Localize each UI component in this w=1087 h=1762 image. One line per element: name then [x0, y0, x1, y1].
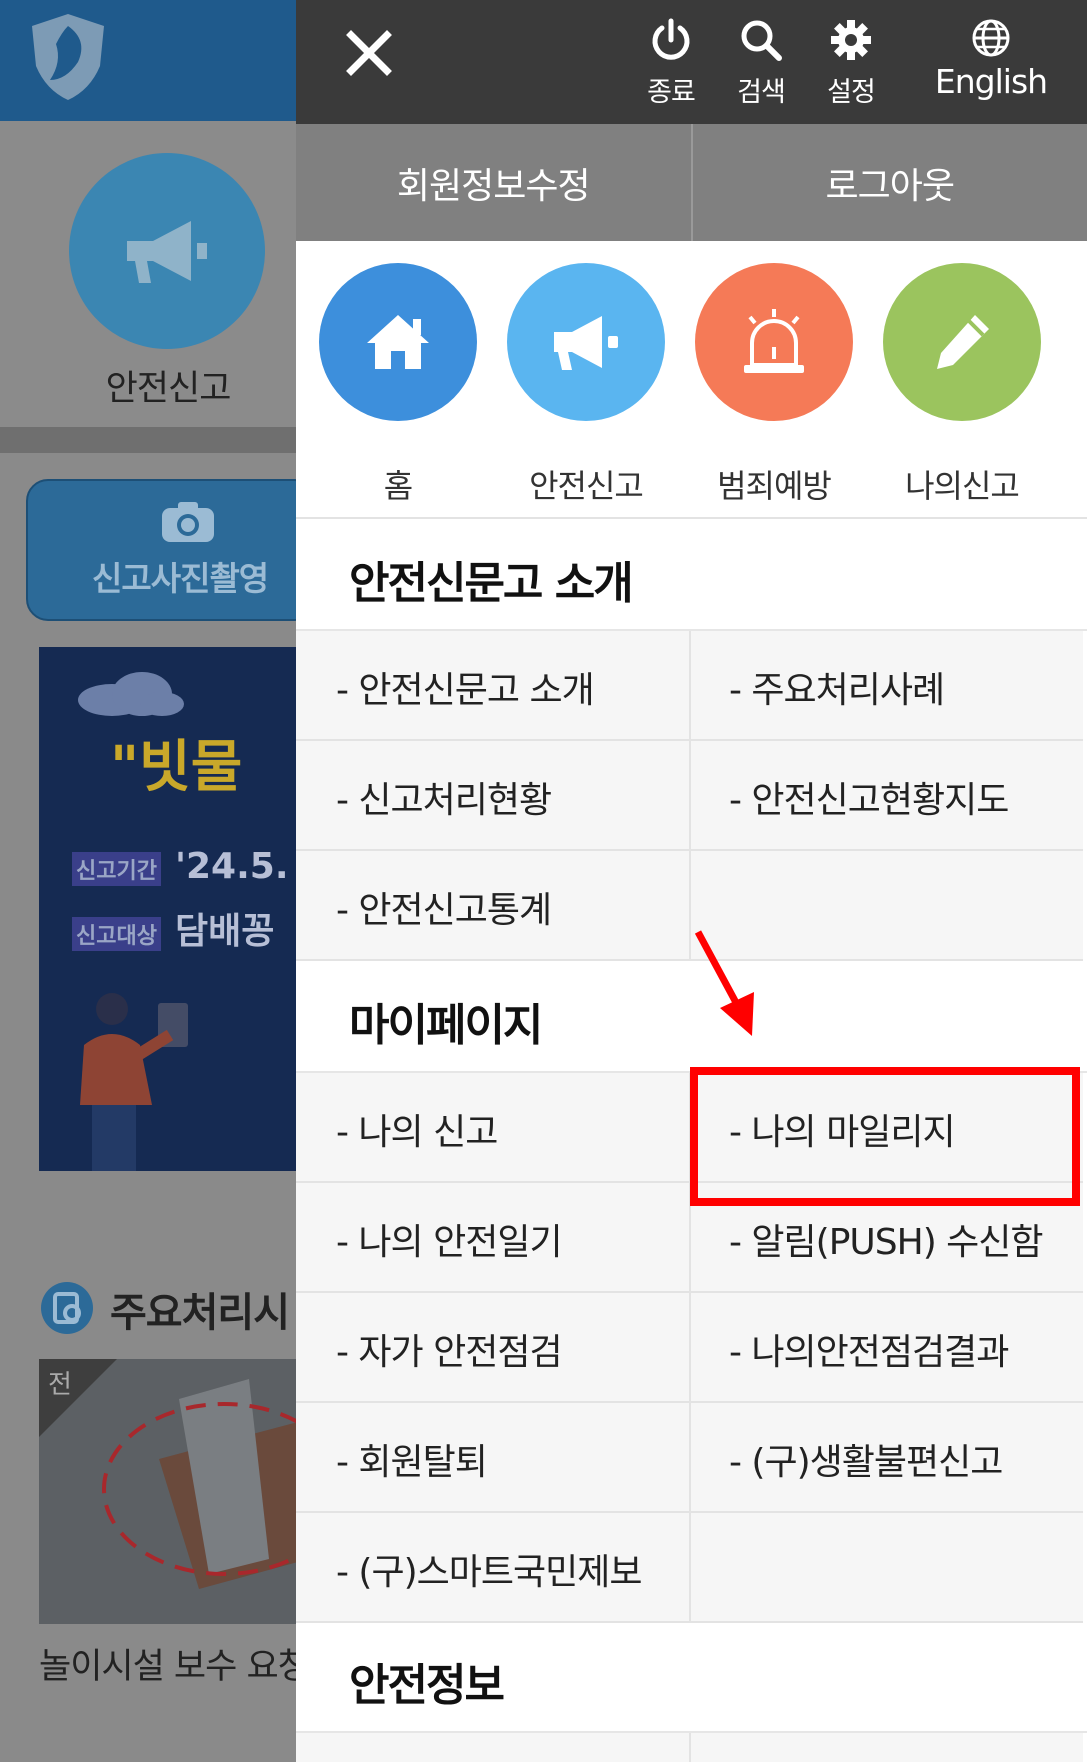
banner-period: 신고기간 '24.5. [72, 846, 289, 887]
settings-button[interactable]: 설정 [806, 18, 896, 110]
quick-menu-my-reports-label: 나의신고 [905, 467, 1020, 505]
exit-label: 종료 [647, 77, 696, 108]
menu-item-inspection-results[interactable]: - 나의안전점검결과 [689, 1293, 1083, 1403]
menu-item-report-status[interactable]: - 신고처리현황 [296, 741, 690, 851]
exit-button[interactable]: 종료 [626, 18, 716, 110]
menu-item-partial[interactable] [296, 1733, 690, 1762]
menu-item-withdraw[interactable]: - 회원탈퇴 [296, 1403, 690, 1513]
menu-item-safety-diary[interactable]: - 나의 안전일기 [296, 1183, 690, 1293]
megaphone-icon [127, 221, 207, 283]
siren-icon [744, 309, 804, 373]
menu-item-status-map[interactable]: - 안전신고현황지도 [689, 741, 1083, 851]
person-illustration [80, 993, 188, 1171]
account-bar: 회원정보수정 로그아웃 [296, 124, 1087, 241]
quick-menu-crime-prevention[interactable]: 범죄예방 [679, 263, 869, 507]
camera-icon [162, 502, 214, 542]
globe-icon [972, 19, 1010, 57]
menu-item-self-inspection[interactable]: - 자가 안전점검 [296, 1293, 690, 1403]
section-title-safety-info: 안전정보 [296, 1623, 1087, 1733]
quick-menu-crime-prevention-label: 범죄예방 [717, 467, 832, 505]
divider [0, 427, 296, 453]
drawer-toolbar: 종료 검색 설정 English [296, 0, 1087, 124]
menu-item-case-studies[interactable]: - 주요처리사례 [689, 631, 1083, 741]
cloud-icon [78, 672, 184, 716]
menu-item-intro[interactable]: - 안전신문고 소개 [296, 631, 690, 741]
section-title-mypage: 마이페이지 [296, 963, 1087, 1073]
edit-profile-button[interactable]: 회원정보수정 [296, 124, 691, 241]
power-icon [652, 18, 690, 60]
menu-item-legacy-smart-report[interactable]: - (구)스마트국민제보 [296, 1513, 690, 1623]
handling-case-title: 주요처리시 [110, 1290, 290, 1336]
megaphone-icon [554, 316, 618, 370]
banner-target: 신고대상 담배꽁 [72, 902, 274, 954]
report-shortcut-label: 안전신고 [105, 369, 232, 409]
case-caption: 놀이시설 보수 요청 [39, 1647, 296, 1687]
side-drawer-menu: 종료 검색 설정 English 회원정보수정 로그아웃 홈 안전신고 범죄예방… [296, 0, 1087, 1762]
pencil-icon [937, 315, 989, 369]
banner-title: "빗물 [110, 735, 243, 800]
menu-item-statistics[interactable]: - 안전신고통계 [296, 851, 690, 961]
english-label: English [934, 62, 1048, 101]
search-button[interactable]: 검색 [716, 18, 806, 110]
quick-menu-report[interactable]: 안전신고 [491, 263, 681, 507]
logout-button[interactable]: 로그아웃 [690, 124, 1087, 241]
close-icon[interactable] [346, 30, 392, 76]
english-button[interactable]: English [926, 18, 1056, 110]
home-icon [367, 315, 429, 369]
app-logo-icon [32, 14, 104, 100]
quick-menu-home[interactable]: 홈 [303, 263, 493, 507]
before-tag: 전 [48, 1370, 72, 1400]
quick-menu-home-label: 홈 [383, 467, 413, 505]
menu-item-push-inbox[interactable]: - 알림(PUSH) 수신함 [689, 1183, 1083, 1293]
quick-menu: 홈 안전신고 범죄예방 나의신고 [296, 241, 1087, 519]
empty-cell [689, 851, 1083, 961]
search-icon [741, 20, 782, 61]
menu-item-my-mileage[interactable]: - 나의 마일리지 [689, 1073, 1083, 1183]
settings-label: 설정 [827, 77, 876, 108]
menu-item-legacy-complaint[interactable]: - (구)생활불편신고 [689, 1403, 1083, 1513]
menu-item-my-reports[interactable]: - 나의 신고 [296, 1073, 690, 1183]
report-shortcut[interactable] [69, 153, 265, 349]
photo-report-label: 신고사진촬영 [92, 559, 269, 598]
menu-item-partial[interactable] [689, 1733, 1083, 1762]
quick-menu-report-label: 안전신고 [529, 467, 644, 505]
quick-menu-my-reports[interactable]: 나의신고 [867, 263, 1057, 507]
gear-icon [831, 20, 871, 60]
background-app: 안전신고 신고사진촬영 "빗물 신고기간 '24.5. 신고대상 담배꽁 주요처리시 [0, 0, 296, 1762]
section-title-intro: 안전신문고 소개 [296, 521, 1087, 631]
search-label: 검색 [737, 77, 786, 108]
empty-cell [689, 1513, 1083, 1623]
